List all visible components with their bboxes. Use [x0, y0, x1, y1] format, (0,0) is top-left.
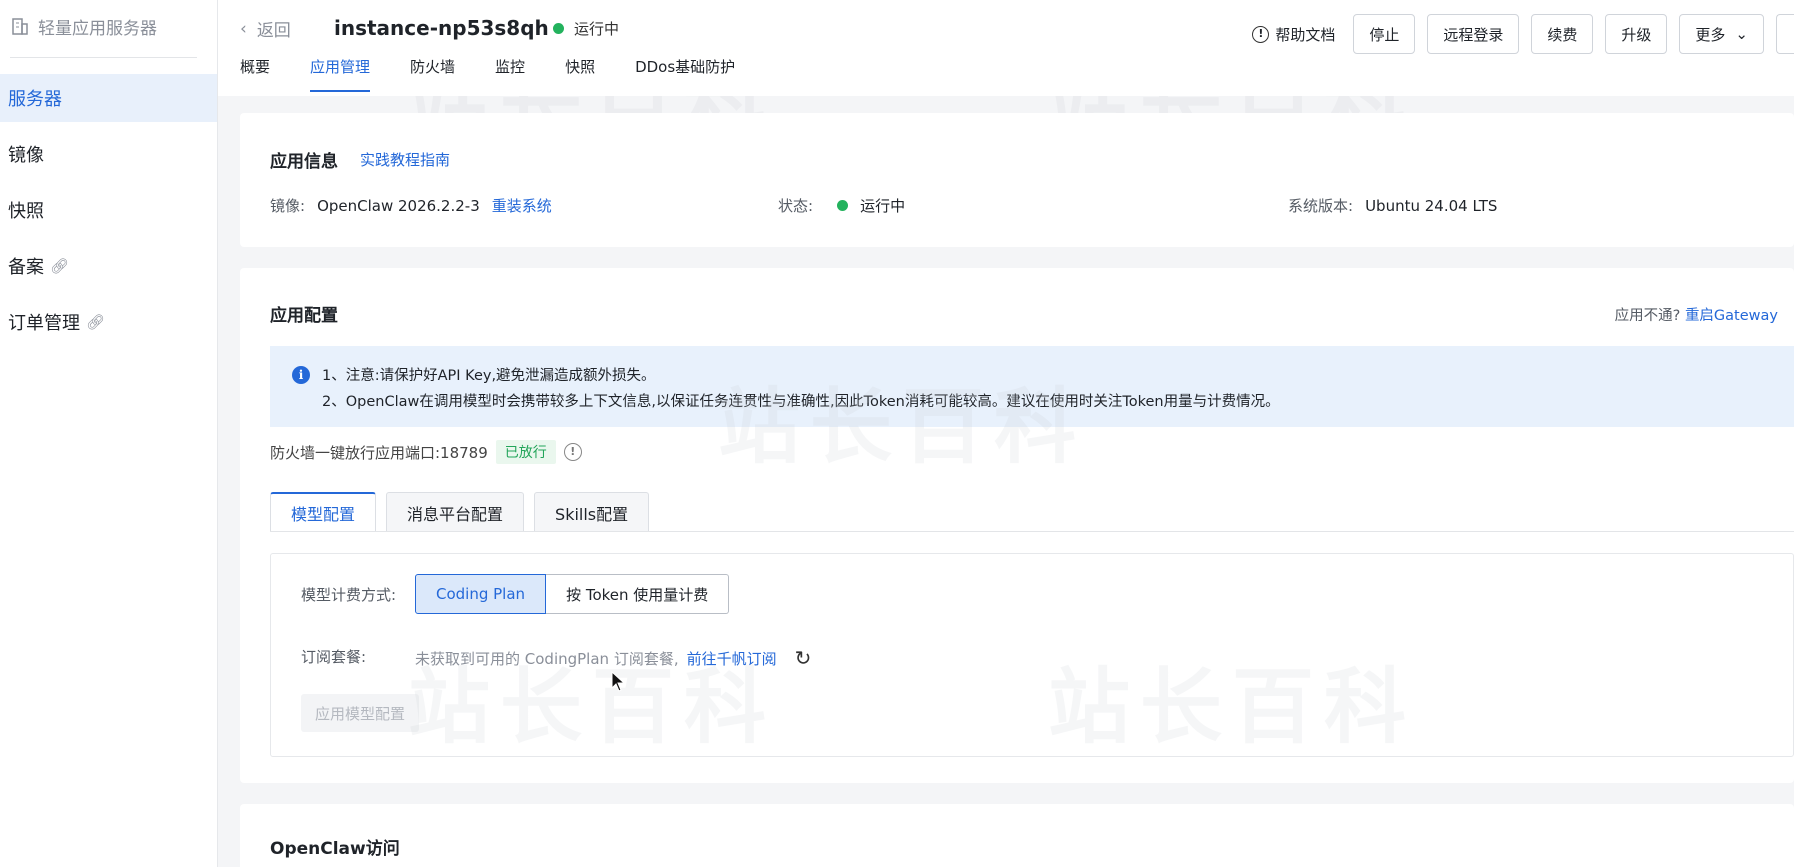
status-info: 状态: 运行中 — [778, 195, 905, 216]
help-circle-icon[interactable]: ! — [563, 443, 582, 461]
upgrade-label: 升级 — [1621, 25, 1652, 44]
sidebar-item-filing[interactable]: 备案 🔗︎ — [0, 242, 217, 290]
status-info-label: 状态: — [778, 197, 814, 215]
help-docs-link[interactable]: ! 帮助文档 — [1252, 24, 1335, 45]
coding-plan-option[interactable]: Coding Plan — [415, 574, 547, 614]
config-sub-tabs: 模型配置 消息平台配置 Skills配置 — [270, 492, 650, 532]
more-button[interactable]: 更多 ⌄ — [1679, 14, 1764, 54]
app-info-title: 应用信息 — [270, 152, 338, 172]
sidebar-item-orders[interactable]: 订单管理 🔗︎ — [0, 298, 217, 346]
tab-message-platform[interactable]: 消息平台配置 — [386, 492, 525, 532]
subscription-label: 订阅套餐: — [301, 648, 367, 666]
sidebar-divider — [10, 57, 197, 58]
sidebar-title: 轻量应用服务器 — [38, 18, 157, 39]
gateway-help: 应用不通? 重启Gateway — [1615, 304, 1778, 325]
notice-banner: i 1、注意:请保护好API Key,避免泄漏造成额外损失。 2、OpenCla… — [270, 346, 1794, 427]
tab-skills-config[interactable]: Skills配置 — [534, 492, 650, 532]
chevron-left-icon: ‹ — [240, 18, 247, 39]
notice-line-2: 2、OpenClaw在调用模型时会携带较多上下文信息,以保证任务连贯性与准确性,… — [322, 394, 1280, 410]
instance-name: instance-np53s8qh — [334, 16, 549, 40]
remote-login-label: 远程登录 — [1443, 25, 1504, 44]
app-config-title: 应用配置 — [270, 306, 338, 326]
overflow-button[interactable] — [1776, 14, 1794, 54]
sidebar-item-label: 备案 — [8, 257, 44, 278]
image-label: 镜像: — [270, 197, 306, 215]
openclaw-access-card: OpenClaw访问 — [240, 804, 1794, 867]
sidebar-item-images[interactable]: 镜像 — [0, 130, 217, 178]
firewall-row: 防火墙一键放行应用端口:18789 已放行 ! — [270, 440, 582, 464]
model-config-panel: 模型计费方式: Coding Plan 按 Token 使用量计费 订阅套餐: … — [270, 553, 1794, 757]
subscription-text: 未获取到可用的 CodingPlan 订阅套餐, — [415, 649, 679, 668]
info-icon: i — [292, 366, 310, 384]
more-label: 更多 — [1695, 25, 1726, 44]
tab-app-management[interactable]: 应用管理 — [310, 56, 371, 92]
os-label: 系统版本: — [1288, 197, 1354, 215]
subscription-info: 未获取到可用的 CodingPlan 订阅套餐, 前往千帆订阅 ↻ — [415, 646, 811, 670]
unavailable-text: 应用不通? — [1614, 308, 1681, 324]
os-info: 系统版本: Ubuntu 24.04 LTS — [1288, 195, 1497, 216]
renew-label: 续费 — [1547, 25, 1578, 44]
mouse-cursor-icon — [611, 671, 626, 692]
tab-model-config[interactable]: 模型配置 — [270, 492, 377, 532]
sidebar-item-label: 订单管理 — [8, 313, 80, 334]
sidebar-item-label: 服务器 — [8, 89, 62, 110]
openclaw-access-title: OpenClaw访问 — [270, 839, 400, 859]
main-area: 站长百科 站长百科 ‹ 返回 instance-np53s8qh 运行中 ! 帮… — [218, 0, 1794, 867]
status-info-value: 运行中 — [860, 197, 906, 215]
sidebar: 轻量应用服务器 服务器 镜像 快照 备案 🔗︎ 订单管理 🔗︎ — [0, 0, 218, 867]
stop-button[interactable]: 停止 — [1353, 14, 1416, 54]
top-actions: ! 帮助文档 停止 远程登录 续费 升级 更多 ⌄ — [1252, 14, 1794, 54]
instance-status: 运行中 — [553, 18, 619, 39]
qianfan-subscribe-link[interactable]: 前往千帆订阅 — [687, 648, 777, 669]
back-button[interactable]: ‹ 返回 — [240, 16, 291, 42]
image-info: 镜像: OpenClaw 2026.2.2-3 重装系统 — [270, 195, 552, 216]
tab-bar: 概要 应用管理 防火墙 监控 快照 DDos基础防护 — [240, 56, 775, 92]
renew-button[interactable]: 续费 — [1531, 14, 1594, 54]
app-info-card: 应用信息 实践教程指南 镜像: OpenClaw 2026.2.2-3 重装系统… — [240, 113, 1794, 247]
guide-link[interactable]: 实践教程指南 — [360, 149, 450, 170]
sidebar-item-servers[interactable]: 服务器 — [0, 74, 217, 122]
billing-label: 模型计费方式: — [301, 586, 397, 604]
back-label: 返回 — [256, 21, 291, 41]
apply-model-config-button[interactable]: 应用模型配置 — [301, 694, 420, 732]
tab-ddos[interactable]: DDos基础防护 — [635, 56, 735, 92]
help-label: 帮助文档 — [1275, 25, 1336, 44]
notice-line-1: 1、注意:请保护好API Key,避免泄漏造成额外损失。 — [322, 368, 656, 384]
image-value: OpenClaw 2026.2.2-3 — [317, 196, 480, 215]
reinstall-link[interactable]: 重装系统 — [492, 195, 552, 216]
remote-login-button[interactable]: 远程登录 — [1427, 14, 1520, 54]
link-icon: 🔗︎ — [86, 313, 106, 331]
firewall-text: 防火墙一键放行应用端口:18789 — [270, 443, 488, 462]
topbar: ‹ 返回 instance-np53s8qh 运行中 ! 帮助文档 停止 远程登… — [218, 0, 1794, 96]
app-config-card: 应用配置 应用不通? 重启Gateway i 1、注意:请保护好API Key,… — [240, 268, 1794, 783]
exclamation-icon: ! — [1252, 25, 1270, 43]
sidebar-header: 轻量应用服务器 — [0, 0, 217, 52]
refresh-icon[interactable]: ↻ — [795, 646, 812, 670]
stop-label: 停止 — [1369, 25, 1400, 44]
chevron-down-icon: ⌄ — [1735, 25, 1748, 43]
billing-toggle: Coding Plan 按 Token 使用量计费 — [415, 574, 730, 614]
tab-monitor[interactable]: 监控 — [495, 56, 525, 92]
status-dot-icon — [837, 200, 849, 211]
sidebar-item-snapshots[interactable]: 快照 — [0, 186, 217, 234]
building-icon — [12, 18, 28, 35]
link-icon: 🔗︎ — [50, 257, 70, 275]
restart-gateway-link[interactable]: 重启Gateway — [1685, 308, 1778, 324]
upgrade-button[interactable]: 升级 — [1605, 14, 1668, 54]
os-value: Ubuntu 24.04 LTS — [1365, 196, 1498, 215]
tab-overview[interactable]: 概要 — [240, 56, 270, 92]
sidebar-item-label: 快照 — [8, 201, 44, 222]
status-dot-icon — [553, 23, 564, 34]
status-label: 运行中 — [574, 20, 620, 38]
sub-tab-divider — [270, 531, 1794, 532]
sidebar-item-label: 镜像 — [8, 145, 44, 166]
tab-snapshot[interactable]: 快照 — [565, 56, 595, 92]
token-billing-option[interactable]: 按 Token 使用量计费 — [546, 574, 730, 614]
status-badge: 已放行 — [495, 440, 556, 464]
tab-firewall[interactable]: 防火墙 — [410, 56, 455, 92]
